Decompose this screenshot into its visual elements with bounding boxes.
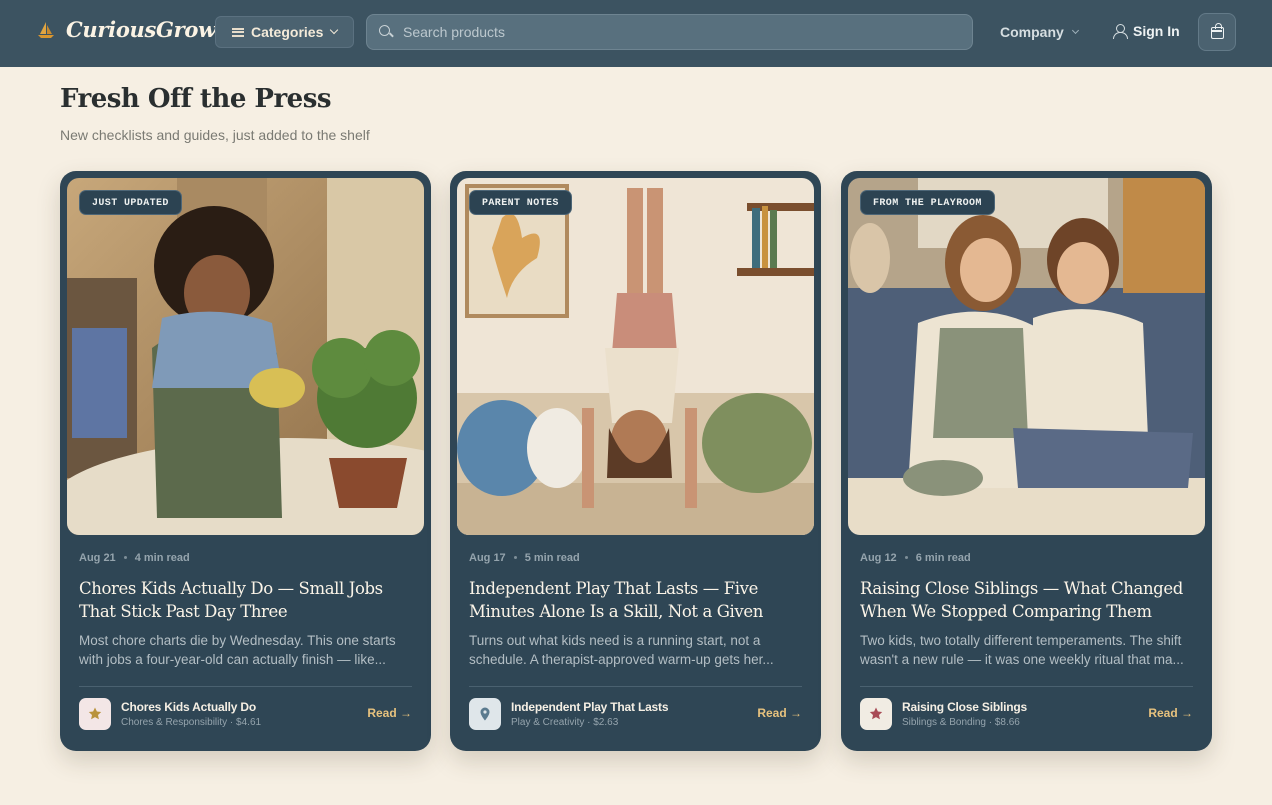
product-meta: Siblings & Bonding · $8.66: [902, 717, 1020, 728]
search-icon: [379, 25, 393, 39]
card-description: Most chore charts die by Wednesday. This…: [79, 633, 396, 667]
user-icon: [1113, 24, 1128, 39]
card-read-time: 6 min read: [915, 552, 971, 564]
product-name[interactable]: Raising Close Siblings: [902, 700, 1027, 714]
card-description: Two kids, two totally different temperam…: [860, 633, 1184, 667]
search-bar: [366, 14, 973, 50]
read-link[interactable]: Read →: [1148, 706, 1193, 720]
product-thumbnail[interactable]: [79, 698, 111, 730]
chevron-down-icon: [1071, 26, 1079, 34]
product-thumbnail[interactable]: [860, 698, 892, 730]
card-divider: [860, 686, 1193, 687]
card-meta: Aug 17 5 min read: [469, 552, 580, 564]
article-card[interactable]: PARENT NOTES Aug 17 5 min read Independen…: [450, 171, 821, 751]
article-card[interactable]: FROM THE PLAYROOM Aug 12 6 min read Raisi…: [841, 171, 1212, 751]
star-icon: [869, 707, 883, 720]
card-description: Turns out what kids need is a running st…: [469, 633, 774, 667]
article-image-handstand[interactable]: [457, 178, 814, 535]
card-tag: PARENT NOTES: [469, 190, 572, 215]
map-pin-icon: [480, 707, 490, 721]
siblings-sitting-illustration: [848, 178, 1205, 535]
card-date: Aug 21: [79, 552, 116, 564]
sign-in-label: Sign In: [1133, 23, 1180, 39]
article-image-watering-plant[interactable]: [67, 178, 424, 535]
categories-label: Categories: [251, 24, 324, 40]
card-date: Aug 17: [469, 552, 506, 564]
product-thumbnail[interactable]: [469, 698, 501, 730]
categories-button[interactable]: Categories: [215, 16, 354, 48]
card-title[interactable]: Independent Play That Lasts — Five Minut…: [469, 577, 799, 623]
section-subtitle: New checklists and guides, just added to…: [60, 127, 370, 143]
card-tag: FROM THE PLAYROOM: [860, 190, 995, 215]
card-date: Aug 12: [860, 552, 897, 564]
company-menu[interactable]: Company: [1000, 24, 1079, 40]
card-divider: [469, 686, 802, 687]
chevron-down-icon: [330, 25, 339, 35]
child-watering-plant-illustration: [67, 178, 424, 535]
product-name[interactable]: Chores Kids Actually Do: [121, 700, 256, 714]
article-card[interactable]: JUST UPDATED Aug 21 4 min read Chores Kid…: [60, 171, 431, 751]
child-handstand-illustration: [457, 178, 814, 535]
company-label: Company: [1000, 24, 1064, 40]
card-read-time: 4 min read: [134, 552, 190, 564]
product-meta: Chores & Responsibility · $4.61: [121, 717, 262, 728]
shopping-bag-icon: [1211, 23, 1224, 39]
search-input[interactable]: [403, 24, 963, 40]
card-divider: [79, 686, 412, 687]
section-title: Fresh Off the Press: [60, 84, 331, 114]
separator-dot: [904, 556, 908, 559]
read-link[interactable]: Read →: [367, 706, 412, 720]
logo[interactable]: CuriousGrow: [36, 17, 216, 42]
separator-dot: [123, 556, 127, 559]
sailboat-logo-icon: [38, 21, 54, 38]
card-title[interactable]: Chores Kids Actually Do — Small Jobs Tha…: [79, 577, 409, 623]
logo-text: CuriousGrow: [66, 17, 216, 42]
product-name[interactable]: Independent Play That Lasts: [511, 700, 669, 714]
card-meta: Aug 21 4 min read: [79, 552, 190, 564]
read-link[interactable]: Read →: [757, 706, 802, 720]
menu-icon: [232, 27, 244, 37]
separator-dot: [513, 556, 517, 559]
article-image-siblings[interactable]: [848, 178, 1205, 535]
card-title[interactable]: Raising Close Siblings — What Changed Wh…: [860, 577, 1190, 623]
card-tag: JUST UPDATED: [79, 190, 182, 215]
product-meta: Play & Creativity · $2.63: [511, 717, 619, 728]
top-navbar: CuriousGrow Categories Company Sign In: [0, 0, 1272, 67]
cart-button[interactable]: [1198, 13, 1236, 51]
star-icon: [88, 707, 102, 720]
sign-in-link[interactable]: Sign In: [1113, 23, 1180, 39]
card-meta: Aug 12 6 min read: [860, 552, 971, 564]
card-read-time: 5 min read: [524, 552, 580, 564]
